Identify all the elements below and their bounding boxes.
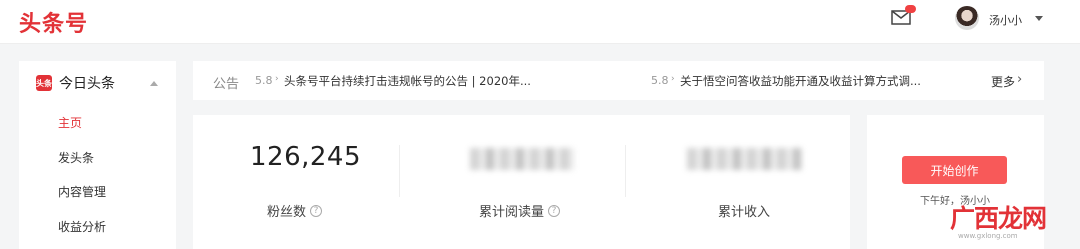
divider <box>625 145 626 197</box>
notice-date: 5.8 <box>255 74 273 87</box>
sidebar-item-home[interactable]: 主页 <box>58 114 82 131</box>
sidebar-title: 今日头条 <box>59 76 115 92</box>
username[interactable]: 汤小小 <box>989 12 1022 28</box>
announcement-label: 公告 <box>213 77 240 92</box>
watermark-url: www.gxlong.com <box>958 232 1018 240</box>
sidebar-item-content[interactable]: 内容管理 <box>58 183 106 200</box>
reads-count-redacted <box>470 148 574 170</box>
bullet-icon: › <box>275 74 279 84</box>
chevron-right-icon[interactable]: › <box>1017 72 1022 87</box>
help-icon[interactable]: ? <box>310 204 323 217</box>
income-label: 累计收入 <box>718 201 770 220</box>
stats-card: 126,245 粉丝数 ? 累计阅读量 ? 累计收入 <box>193 115 850 249</box>
notice-date: 5.8 <box>651 74 669 87</box>
notification-badge <box>905 5 916 13</box>
reads-label-text: 累计阅读量 <box>479 205 545 220</box>
notice-link[interactable]: 头条号平台持续打击违规帐号的公告 | 2020年... <box>284 73 531 89</box>
chevron-down-icon[interactable] <box>1035 16 1043 21</box>
help-icon[interactable]: ? <box>548 204 561 217</box>
sidebar-item-earnings[interactable]: 收益分析 <box>58 218 106 235</box>
sidebar-item-post[interactable]: 发头条 <box>58 149 94 166</box>
announcement-bar: 公告 5.8 › 头条号平台持续打击违规帐号的公告 | 2020年... 5.8… <box>193 61 1044 100</box>
toutiao-logo-icon: 头条 <box>36 75 52 91</box>
more-link[interactable]: 更多 <box>991 73 1015 90</box>
fans-count: 126,245 <box>250 142 362 172</box>
sidebar: 头条 今日头条 主页 发头条 内容管理 收益分析 <box>19 61 176 249</box>
sidebar-header[interactable]: 头条 今日头条 <box>36 73 115 93</box>
reads-label: 累计阅读量 ? <box>479 201 561 220</box>
top-bar: 头条号 汤小小 <box>0 0 1080 44</box>
avatar[interactable] <box>955 6 979 30</box>
income-label-text: 累计收入 <box>718 205 771 220</box>
chevron-up-icon[interactable] <box>150 81 158 86</box>
notice-link[interactable]: 关于悟空问答收益功能开通及收益计算方式调... <box>680 73 921 89</box>
bullet-icon: › <box>671 74 675 84</box>
income-redacted <box>687 148 802 170</box>
fans-label: 粉丝数 ? <box>267 201 323 220</box>
start-creating-button[interactable]: 开始创作 <box>902 156 1007 184</box>
watermark-logo: 广西龙网 <box>950 204 1047 233</box>
fans-label-text: 粉丝数 <box>267 205 307 220</box>
divider <box>399 145 400 197</box>
brand-logo[interactable]: 头条号 <box>19 6 88 38</box>
